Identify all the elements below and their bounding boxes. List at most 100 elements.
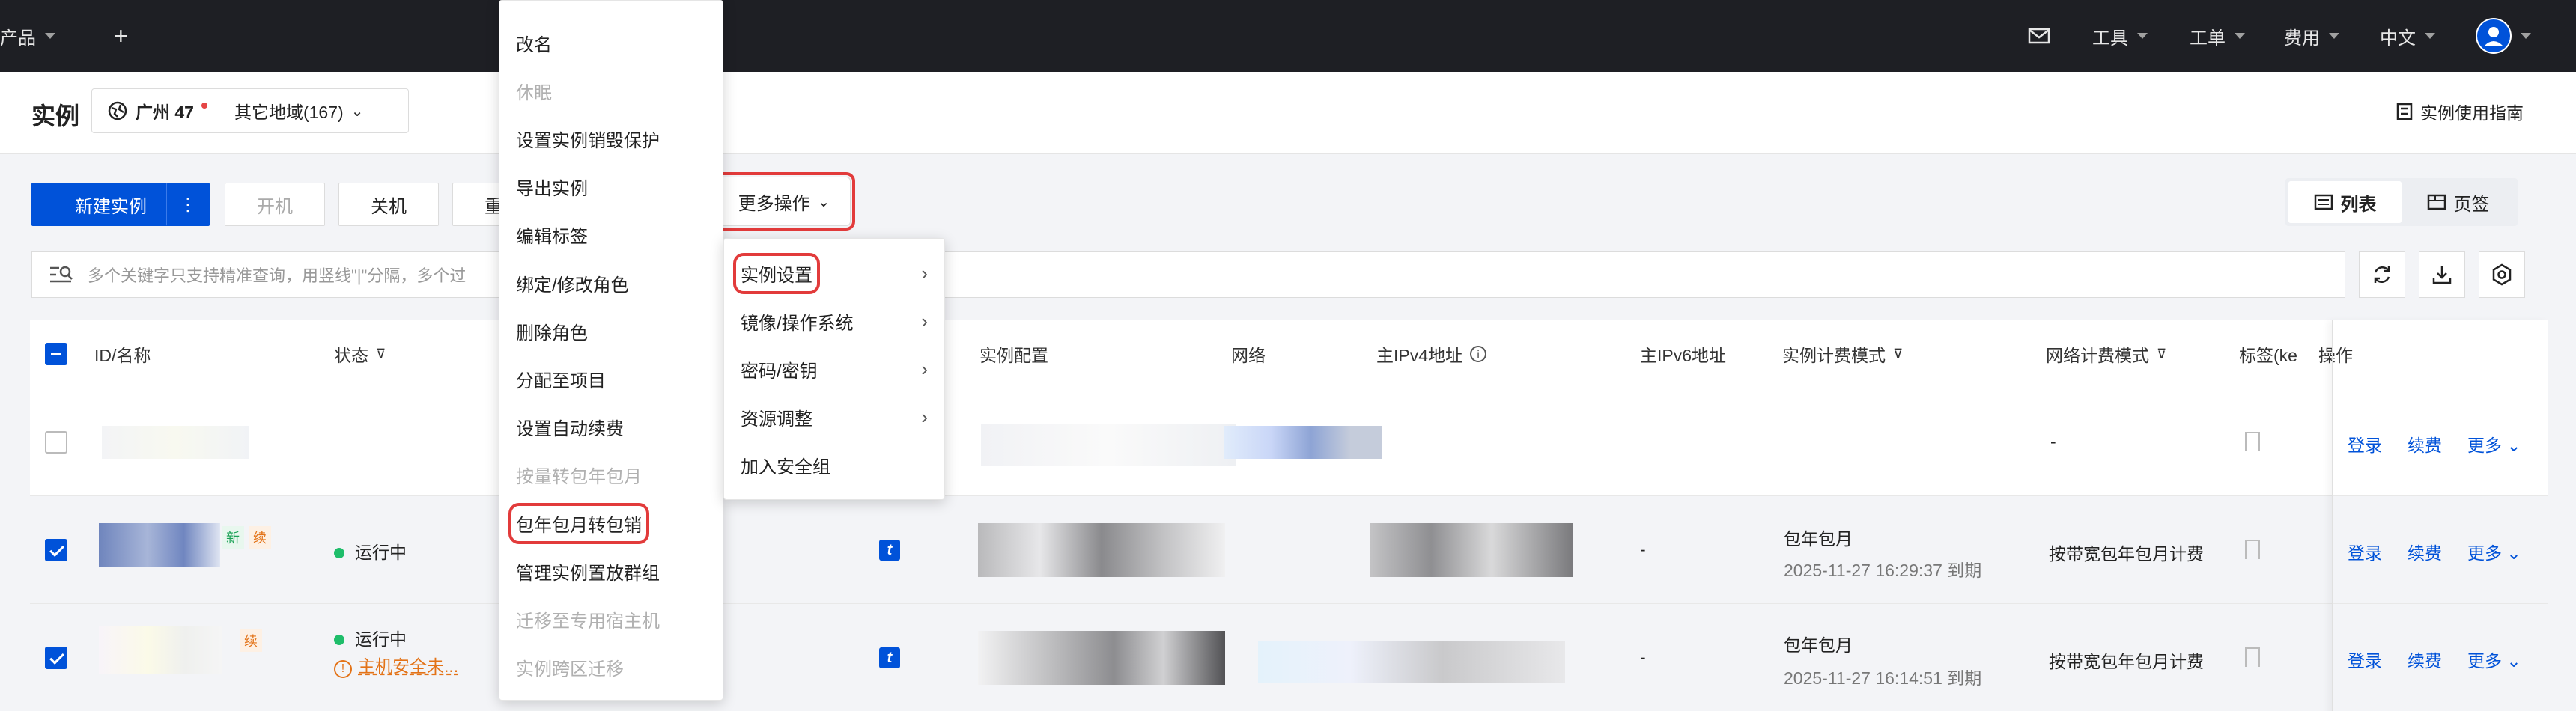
renew-badge: 续: [240, 629, 262, 652]
tools-menu[interactable]: 工具: [2092, 0, 2148, 72]
add-icon[interactable]: +: [114, 0, 128, 72]
region-selector[interactable]: 广州 47 其它地域(167) ⌄: [91, 88, 409, 133]
list-icon: [2314, 194, 2333, 210]
current-region: 广州 47: [136, 103, 194, 122]
settings-menu-item[interactable]: 改名: [499, 19, 723, 67]
turbo-icon: t: [879, 647, 900, 668]
filter-icon[interactable]: ⊽: [1893, 347, 1903, 362]
row-checkbox[interactable]: [45, 647, 67, 669]
settings-menu-item[interactable]: 编辑标签: [499, 211, 723, 259]
bookmark-icon[interactable]: [2245, 540, 2260, 559]
list-view-tab[interactable]: 列表: [2288, 181, 2402, 223]
more-actions-menu: 实例设置 › 镜像/操作系统 › 密码/密钥 › 资源调整 › 加入安全组: [723, 238, 945, 500]
row-checkbox[interactable]: [45, 539, 67, 561]
more-menu-item-label: 加入安全组: [741, 457, 830, 477]
bookmark-icon[interactable]: [2245, 647, 2260, 667]
new-badge: 新: [222, 526, 244, 549]
new-instance-more-button[interactable]: ⋮: [166, 183, 210, 226]
more-link-label: 更多: [2467, 436, 2502, 455]
warning-text: 主机安全未...: [358, 656, 459, 676]
status-text: 运行中: [355, 629, 407, 649]
avatar[interactable]: [2476, 18, 2512, 54]
settings-menu-item-label: 改名: [516, 34, 552, 55]
more-link[interactable]: 更多 ⌄: [2467, 539, 2521, 564]
more-menu-item-label: 密码/密钥: [741, 361, 818, 382]
row-checkbox[interactable]: [45, 431, 67, 454]
settings-menu-item-label: 迁移至专用宿主机: [516, 611, 660, 632]
refresh-button[interactable]: [2359, 251, 2405, 298]
more-menu-item[interactable]: 实例设置 ›: [724, 249, 944, 297]
settings-menu-item[interactable]: 导出实例: [499, 163, 723, 211]
filter-icon[interactable]: ⊽: [376, 347, 386, 362]
col-config: 实例配置: [979, 346, 1048, 365]
settings-menu-item[interactable]: 包年包月转包销: [499, 499, 723, 547]
renew-link[interactable]: 续费: [2408, 431, 2442, 457]
power-on-button[interactable]: 开机: [225, 183, 325, 226]
more-menu-item-label: 资源调整: [741, 409, 812, 430]
tickets-menu[interactable]: 工单: [2190, 0, 2245, 72]
col-net-billing[interactable]: 网络计费模式 ⊽: [2046, 320, 2166, 388]
settings-menu-item: 按量转包年包月: [499, 451, 723, 499]
products-menu[interactable]: 云产品: [0, 0, 55, 72]
search-filter-icon: [50, 266, 73, 283]
more-link-label: 更多: [2467, 543, 2502, 563]
settings-menu-item-label: 删除角色: [516, 323, 588, 344]
more-menu-item[interactable]: 镜像/操作系统 ›: [724, 297, 944, 345]
running-dot: [334, 548, 344, 558]
search-input[interactable]: 多个关键字只支持精准查询，用竖线"|"分隔，多个过: [88, 263, 466, 287]
bookmark-icon[interactable]: [2245, 432, 2260, 451]
login-link[interactable]: 登录: [2348, 647, 2382, 672]
other-regions: 其它地域(167): [234, 103, 344, 122]
net-billing-value: -: [2050, 432, 2056, 451]
col-id-name: ID/名称: [94, 346, 151, 365]
more-menu-item-label: 镜像/操作系统: [741, 313, 854, 334]
instance-guide-link[interactable]: 实例使用指南: [2396, 99, 2524, 124]
more-actions-button[interactable]: 更多操作 ⌄: [713, 172, 855, 231]
settings-menu-item[interactable]: 分配至项目: [499, 355, 723, 403]
redacted-id: [102, 426, 249, 459]
more-menu-item[interactable]: 加入安全组: [724, 441, 944, 489]
search-bar[interactable]: 多个关键字只支持精准查询，用竖线"|"分隔，多个过: [31, 251, 2345, 298]
col-status[interactable]: 状态 ⊽: [334, 320, 386, 388]
language-menu[interactable]: 中文: [2380, 0, 2435, 72]
more-link[interactable]: 更多 ⌄: [2467, 431, 2521, 457]
renew-link[interactable]: 续费: [2408, 539, 2442, 564]
ipv6-value: -: [1640, 647, 1646, 667]
settings-menu-item: 实例跨区迁移: [499, 644, 723, 692]
user-menu[interactable]: [2476, 0, 2531, 72]
power-off-button[interactable]: 关机: [338, 183, 439, 226]
billing-menu[interactable]: 费用: [2284, 0, 2339, 72]
status-text: 运行中: [355, 543, 407, 562]
more-link[interactable]: 更多 ⌄: [2467, 647, 2521, 672]
login-link[interactable]: 登录: [2348, 431, 2382, 457]
filter-icon[interactable]: ⊽: [2157, 347, 2166, 362]
settings-menu-item[interactable]: 设置自动续费: [499, 403, 723, 451]
settings-menu-item[interactable]: 设置实例销毁保护: [499, 115, 723, 162]
chevron-right-icon: ›: [921, 309, 928, 332]
mail-icon[interactable]: [2028, 0, 2050, 72]
chevron-down-icon: ⌄: [350, 103, 364, 120]
info-icon[interactable]: i: [1470, 346, 1487, 362]
download-button[interactable]: [2419, 251, 2465, 298]
renew-link[interactable]: 续费: [2408, 647, 2442, 672]
more-menu-item[interactable]: 资源调整 ›: [724, 393, 944, 441]
settings-menu-item[interactable]: 删除角色: [499, 307, 723, 355]
col-billing-mode[interactable]: 实例计费模式 ⊽: [1782, 320, 1903, 388]
login-link[interactable]: 登录: [2348, 539, 2382, 564]
more-menu-item[interactable]: 密码/密钥 ›: [724, 345, 944, 393]
select-all-checkbox[interactable]: [45, 343, 67, 365]
settings-button[interactable]: [2479, 251, 2525, 298]
net-billing-value: 按带宽包年包月计费: [2049, 544, 2204, 564]
region-alert-dot: [201, 103, 207, 109]
settings-menu-item: 休眠: [499, 67, 723, 115]
settings-menu-item-label: 导出实例: [516, 179, 588, 200]
security-warning[interactable]: ! 主机安全未...: [334, 652, 458, 678]
page-title: 实例: [31, 103, 80, 129]
settings-menu-item: 迁移至专用宿主机: [499, 595, 723, 643]
tab-view-tab[interactable]: 页签: [2402, 181, 2515, 223]
running-dot: [334, 635, 344, 645]
chevron-down-icon: ⌄: [817, 193, 830, 210]
settings-menu-item[interactable]: 管理实例置放群组: [499, 547, 723, 595]
settings-menu-item-label: 分配至项目: [516, 370, 606, 391]
settings-menu-item[interactable]: 绑定/修改角色: [499, 259, 723, 307]
